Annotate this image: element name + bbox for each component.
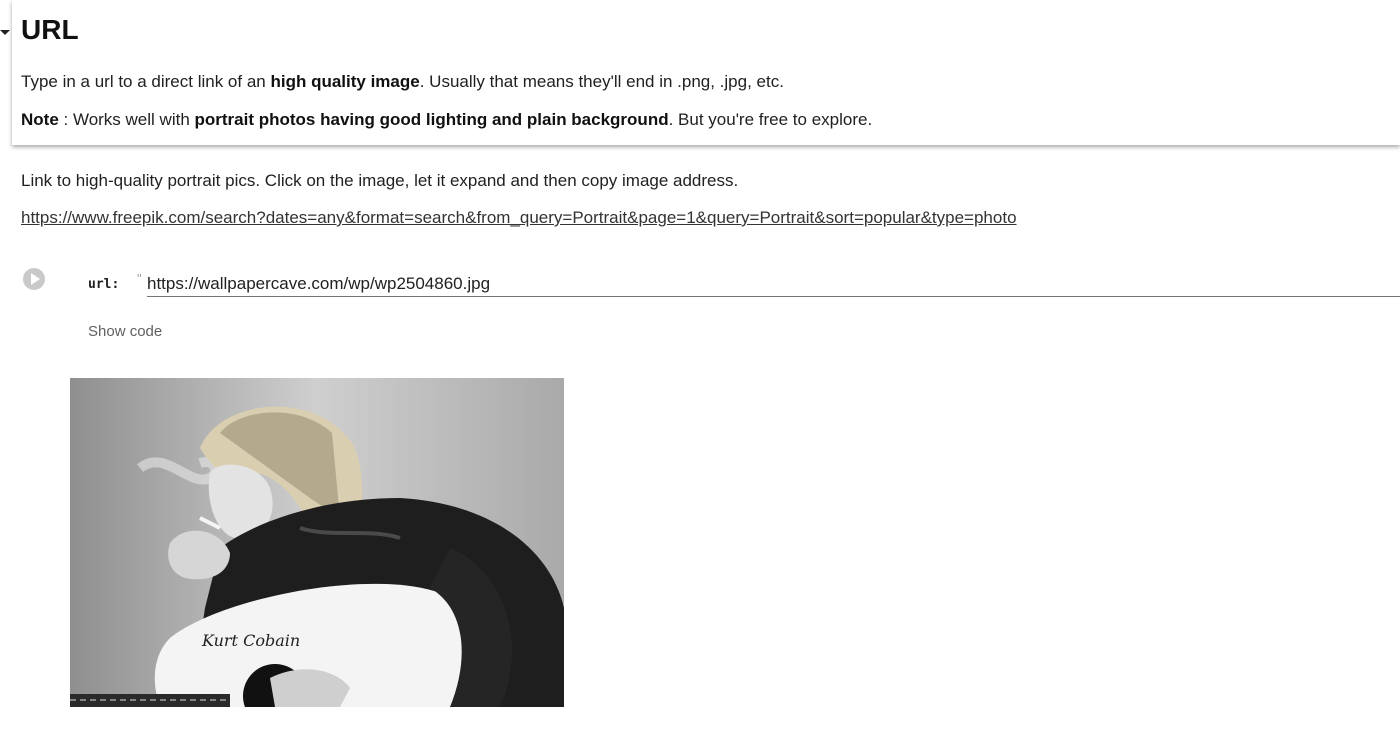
note-bold: portrait photos having good lighting and… [194, 110, 669, 129]
instruction-text-part: . Usually that means they'll end in .png… [419, 72, 784, 91]
string-quote-mark: " [137, 271, 142, 286]
markdown-cell-url: URL Type in a url to a direct link of an… [0, 0, 1400, 145]
url-field-label: url: [88, 277, 120, 292]
link-description: Link to high-quality portrait pics. Clic… [21, 171, 739, 190]
url-input[interactable] [147, 271, 1400, 297]
freepik-link[interactable]: https://www.freepik.com/search?dates=any… [21, 208, 1017, 228]
instruction-bold: high quality image [270, 72, 420, 91]
collapse-arrow-icon[interactable] [0, 30, 10, 35]
portrait-photo-illustration: Kurt Cobain [70, 378, 564, 707]
output-portrait-image: Kurt Cobain [70, 378, 564, 707]
note-label: Note [21, 110, 59, 129]
note-text-part: . But you're free to explore. [668, 110, 873, 129]
play-icon [31, 273, 40, 285]
signature-text: Kurt Cobain [201, 631, 300, 650]
show-code-button[interactable]: Show code [88, 323, 162, 340]
note-text-part: : Works well with [58, 110, 195, 129]
instruction-text: Type in a url to a direct link of an hig… [21, 72, 784, 92]
section-heading: URL [21, 14, 79, 45]
notebook-page: URL Type in a url to a direct link of an… [0, 0, 1400, 754]
note-text: Note : Works well with portrait photos h… [21, 110, 872, 130]
instruction-text-part: Type in a url to a direct link of an [21, 72, 271, 91]
run-cell-button[interactable] [23, 268, 45, 290]
